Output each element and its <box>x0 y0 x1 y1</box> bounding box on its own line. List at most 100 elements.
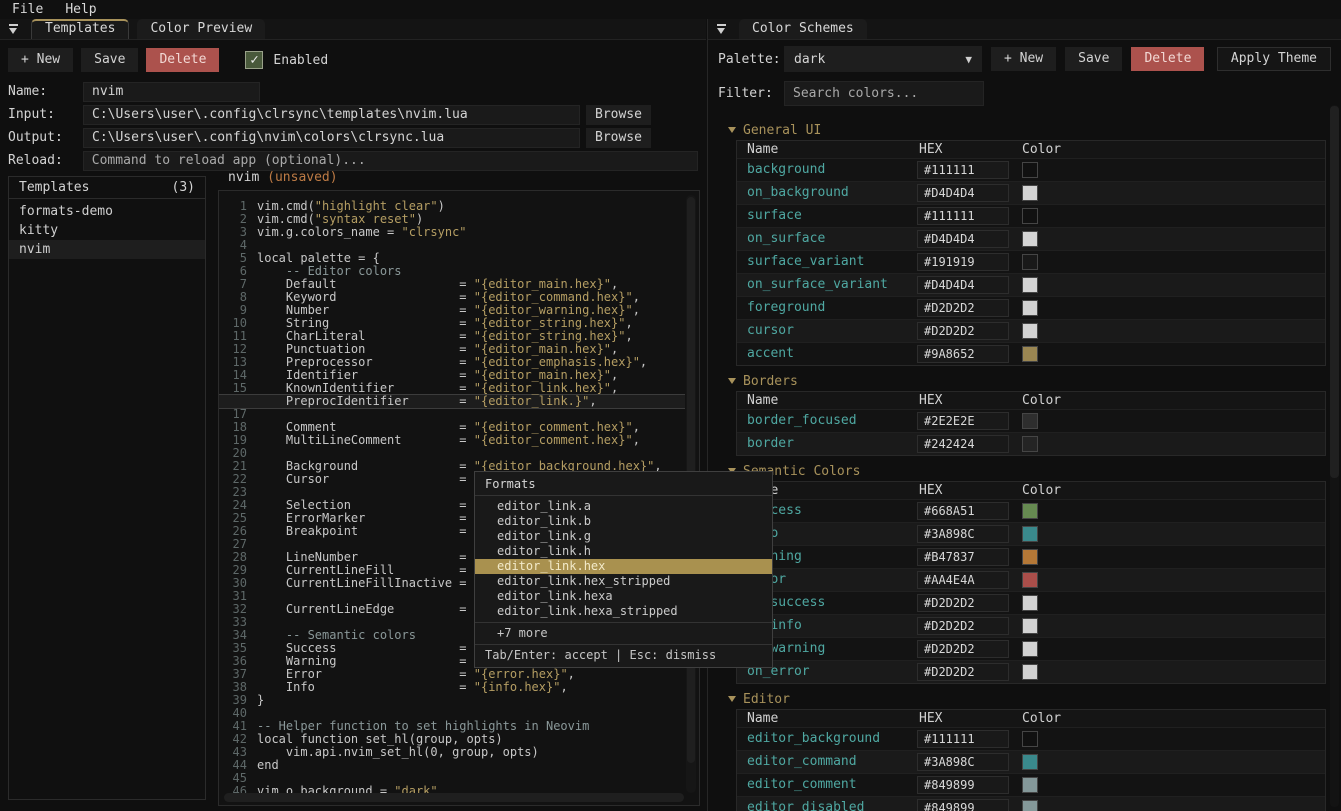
color-row[interactable]: on_surface#D4D4D4 <box>737 227 1325 250</box>
hex-input[interactable]: #111111 <box>917 730 1009 748</box>
color-swatch[interactable] <box>1022 185 1038 201</box>
color-swatch[interactable] <box>1022 300 1038 316</box>
color-row[interactable]: on_error#D2D2D2 <box>737 660 1325 683</box>
color-swatch[interactable] <box>1022 664 1038 680</box>
color-row[interactable]: success#668A51 <box>737 499 1325 522</box>
name-input[interactable] <box>83 82 260 102</box>
color-row[interactable]: editor_command#3A898C <box>737 750 1325 773</box>
color-row[interactable]: background#111111 <box>737 158 1325 181</box>
collapse-panel-icon[interactable] <box>8 23 19 35</box>
color-row[interactable]: surface_variant#191919 <box>737 250 1325 273</box>
color-row[interactable]: cursor#D2D2D2 <box>737 319 1325 342</box>
color-swatch[interactable] <box>1022 800 1038 811</box>
color-swatch[interactable] <box>1022 595 1038 611</box>
hex-input[interactable]: #D2D2D2 <box>917 640 1009 658</box>
color-row[interactable]: border#242424 <box>737 432 1325 455</box>
color-swatch[interactable] <box>1022 208 1038 224</box>
color-swatch[interactable] <box>1022 436 1038 452</box>
autocomplete-item[interactable]: editor_link.hex <box>475 559 772 574</box>
reload-command-input[interactable] <box>83 151 698 171</box>
hex-input[interactable]: #D4D4D4 <box>917 276 1009 294</box>
menu-file[interactable]: File <box>12 2 43 19</box>
collapse-panel-icon[interactable] <box>716 23 727 35</box>
tab-color-preview[interactable]: Color Preview <box>137 19 265 39</box>
hex-input[interactable]: #3A898C <box>917 753 1009 771</box>
template-list-item[interactable]: kitty <box>9 221 205 240</box>
input-path-input[interactable] <box>83 105 580 125</box>
color-row[interactable]: warning#B47837 <box>737 545 1325 568</box>
color-row[interactable]: editor_disabled#849899 <box>737 796 1325 811</box>
color-filter-input[interactable] <box>784 81 984 106</box>
delete-template-button[interactable]: Delete <box>146 48 219 72</box>
autocomplete-item[interactable]: editor_link.h <box>475 544 772 559</box>
color-row[interactable]: on_success#D2D2D2 <box>737 591 1325 614</box>
hex-input[interactable]: #3A898C <box>917 525 1009 543</box>
save-palette-button[interactable]: Save <box>1065 47 1122 71</box>
panel-vertical-scrollbar-thumb[interactable] <box>1330 106 1339 478</box>
color-swatch[interactable] <box>1022 503 1038 519</box>
color-row[interactable]: on_background#D4D4D4 <box>737 181 1325 204</box>
color-swatch[interactable] <box>1022 323 1038 339</box>
section-header[interactable]: Borders <box>716 373 1336 389</box>
color-swatch[interactable] <box>1022 346 1038 362</box>
save-template-button[interactable]: Save <box>81 48 138 72</box>
section-header[interactable]: Semantic Colors <box>716 463 1336 479</box>
template-list-item[interactable]: nvim <box>9 240 205 259</box>
output-path-input[interactable] <box>83 128 580 148</box>
color-row[interactable]: on_info#D2D2D2 <box>737 614 1325 637</box>
color-row[interactable]: error#AA4E4A <box>737 568 1325 591</box>
panel-vertical-scrollbar[interactable] <box>1330 105 1339 807</box>
color-row[interactable]: editor_comment#849899 <box>737 773 1325 796</box>
hex-input[interactable]: #9A8652 <box>917 345 1009 363</box>
color-row[interactable]: accent#9A8652 <box>737 342 1325 365</box>
color-swatch[interactable] <box>1022 618 1038 634</box>
autocomplete-item[interactable]: editor_link.hexa_stripped <box>475 604 772 619</box>
color-swatch[interactable] <box>1022 572 1038 588</box>
color-swatch[interactable] <box>1022 162 1038 178</box>
section-header[interactable]: General UI <box>716 122 1336 138</box>
color-swatch[interactable] <box>1022 526 1038 542</box>
color-row[interactable]: surface#111111 <box>737 204 1325 227</box>
color-row[interactable]: editor_background#111111 <box>737 727 1325 750</box>
color-swatch[interactable] <box>1022 231 1038 247</box>
hex-input[interactable]: #D2D2D2 <box>917 299 1009 317</box>
section-header[interactable]: Editor <box>716 691 1336 707</box>
color-swatch[interactable] <box>1022 254 1038 270</box>
autocomplete-item[interactable]: editor_link.hex_stripped <box>475 574 772 589</box>
new-palette-button[interactable]: + New <box>991 47 1056 71</box>
hex-input[interactable]: #D2D2D2 <box>917 322 1009 340</box>
tab-templates[interactable]: Templates <box>31 19 129 39</box>
color-row[interactable]: on_surface_variant#D4D4D4 <box>737 273 1325 296</box>
hex-input[interactable]: #B47837 <box>917 548 1009 566</box>
new-template-button[interactable]: + New <box>8 48 73 72</box>
delete-palette-button[interactable]: Delete <box>1131 47 1204 71</box>
hex-input[interactable]: #668A51 <box>917 502 1009 520</box>
color-swatch[interactable] <box>1022 413 1038 429</box>
hex-input[interactable]: #111111 <box>917 207 1009 225</box>
color-swatch[interactable] <box>1022 641 1038 657</box>
hex-input[interactable]: #D4D4D4 <box>917 230 1009 248</box>
hex-input[interactable]: #D4D4D4 <box>917 184 1009 202</box>
hex-input[interactable]: #AA4E4A <box>917 571 1009 589</box>
template-list-item[interactable]: formats-demo <box>9 202 205 221</box>
hex-input[interactable]: #D2D2D2 <box>917 663 1009 681</box>
output-browse-button[interactable]: Browse <box>586 128 651 148</box>
hex-input[interactable]: #D2D2D2 <box>917 617 1009 635</box>
color-row[interactable]: on_warning#D2D2D2 <box>737 637 1325 660</box>
editor-horizontal-scrollbar[interactable] <box>224 793 684 802</box>
tab-color-schemes[interactable]: Color Schemes <box>739 19 867 39</box>
color-row[interactable]: border_focused#2E2E2E <box>737 409 1325 432</box>
color-swatch[interactable] <box>1022 731 1038 747</box>
color-swatch[interactable] <box>1022 549 1038 565</box>
menu-help[interactable]: Help <box>65 2 96 19</box>
hex-input[interactable]: #D2D2D2 <box>917 594 1009 612</box>
color-row[interactable]: foreground#D2D2D2 <box>737 296 1325 319</box>
hex-input[interactable]: #849899 <box>917 776 1009 794</box>
hex-input[interactable]: #191919 <box>917 253 1009 271</box>
popup-more-items[interactable]: +7 more <box>475 626 772 641</box>
autocomplete-item[interactable]: editor_link.b <box>475 514 772 529</box>
hex-input[interactable]: #111111 <box>917 161 1009 179</box>
palette-dropdown[interactable]: dark ▼ <box>784 46 982 72</box>
autocomplete-item[interactable]: editor_link.hexa <box>475 589 772 604</box>
enabled-checkbox[interactable]: ✓ <box>245 51 263 69</box>
